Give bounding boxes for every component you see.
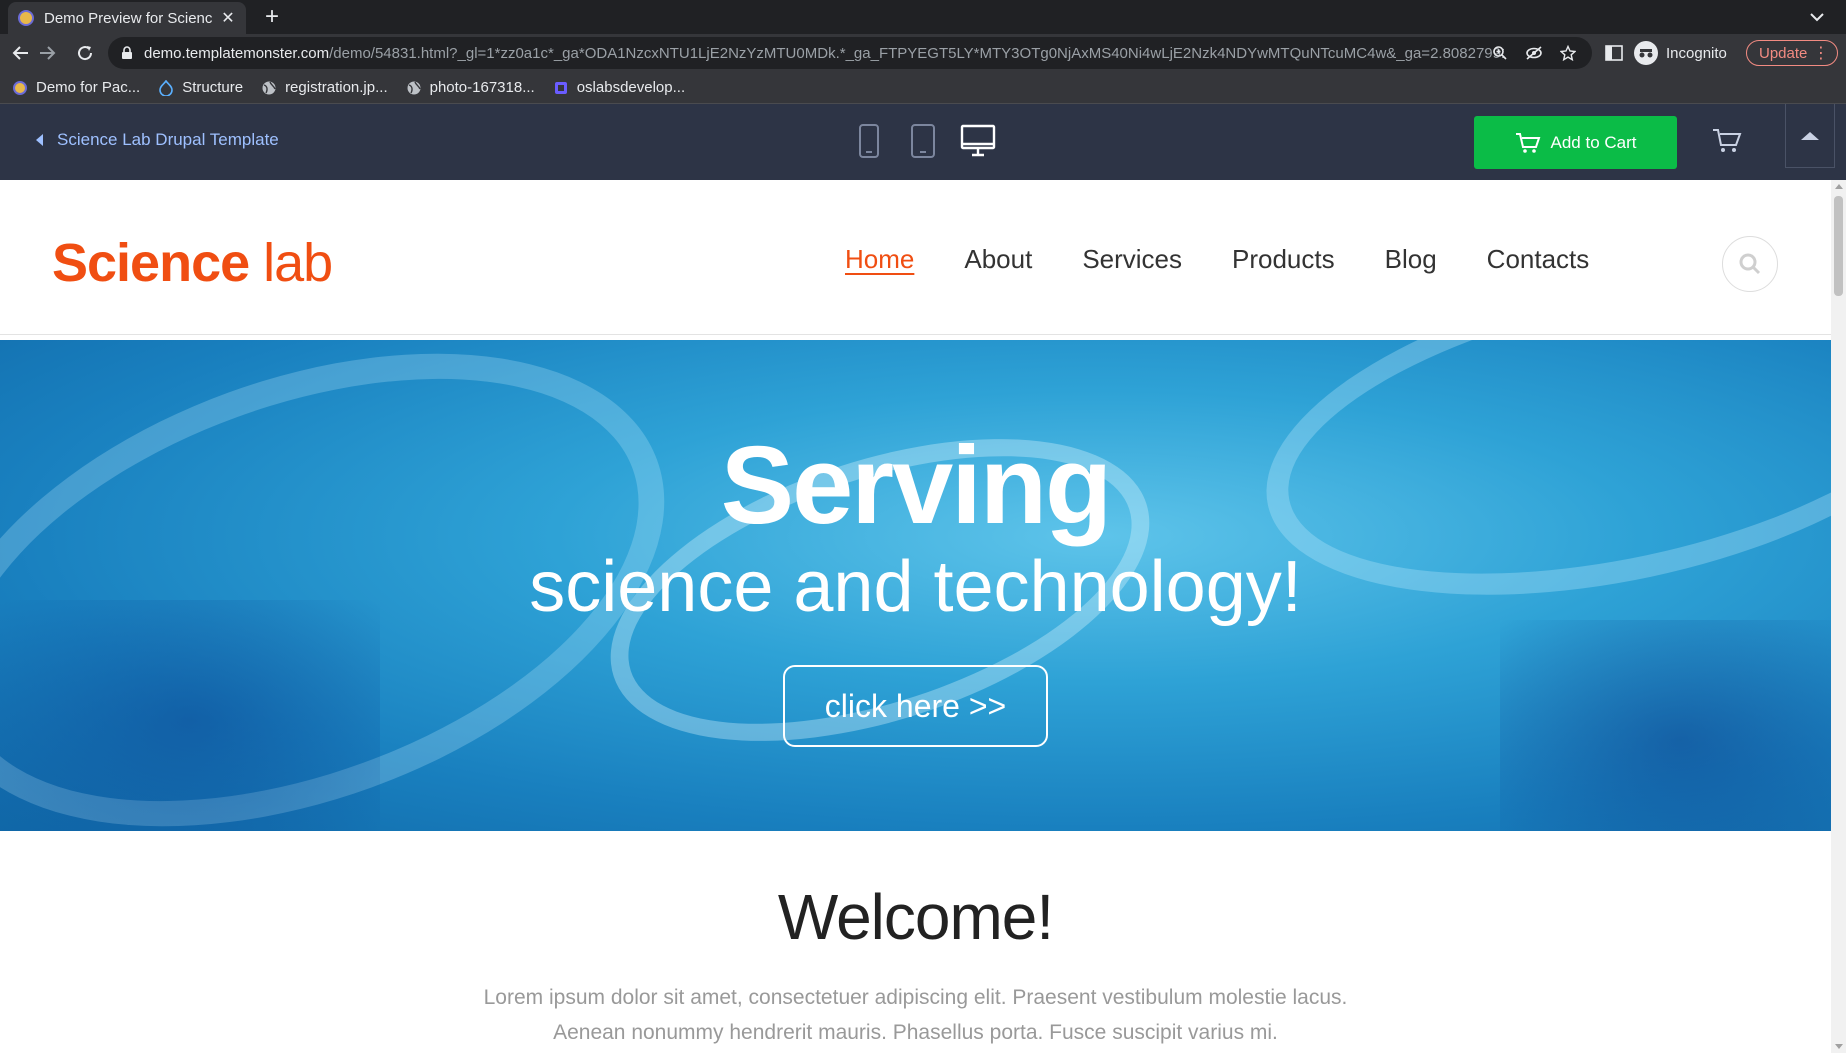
- bookmark-label: Demo for Pac...: [36, 79, 141, 96]
- nav-home[interactable]: Home: [845, 244, 914, 275]
- lock-icon: [122, 46, 132, 59]
- drupal-icon: [158, 79, 174, 96]
- logo-light-text: lab: [263, 233, 333, 293]
- intro-line: Lorem ipsum dolor sit amet, consectetuer…: [483, 986, 1348, 1009]
- browser-tab-strip: Demo Preview for Science Lab Drupal Temp…: [0, 0, 1846, 34]
- bookmarks-bar: Demo for Pac... Structure registration.j…: [0, 72, 1846, 104]
- hero-cta-button[interactable]: click here >>: [783, 665, 1048, 747]
- hero-shadow-decoration: [1500, 620, 1831, 831]
- bookmark-item[interactable]: oslabsdevelop...: [553, 79, 685, 96]
- intro-line: Aenean nonummy hendrerit mauris. Phasell…: [553, 1021, 1278, 1044]
- template-name: Science Lab Drupal Template: [57, 130, 279, 149]
- bookmark-item[interactable]: registration.jp...: [261, 79, 388, 96]
- bookmark-item[interactable]: photo-167318...: [406, 79, 535, 96]
- hero-title: Serving: [720, 424, 1112, 547]
- globe-icon: [406, 80, 422, 96]
- close-tab-icon[interactable]: ✕: [220, 8, 236, 28]
- add-to-cart-label: Add to Cart: [1550, 132, 1637, 152]
- bookmark-label: registration.jp...: [285, 79, 388, 96]
- side-panel-icon[interactable]: [1604, 43, 1624, 63]
- add-to-cart-button[interactable]: Add to Cart: [1474, 116, 1677, 169]
- site-logo[interactable]: Science lab: [52, 232, 333, 294]
- template-demo-bar: Science Lab Drupal Template Add to Cart: [0, 104, 1846, 180]
- scroll-up-arrow-icon[interactable]: [1835, 184, 1843, 189]
- search-icon: [1739, 253, 1761, 275]
- caret-left-icon: [36, 134, 43, 146]
- bookmark-app-icon: [553, 80, 569, 96]
- back-to-template-link[interactable]: Science Lab Drupal Template: [36, 130, 279, 150]
- page-scrollbar[interactable]: [1831, 180, 1846, 1053]
- bookmark-item[interactable]: Demo for Pac...: [12, 79, 140, 96]
- nav-blog[interactable]: Blog: [1385, 244, 1437, 275]
- bookmark-label: Structure: [182, 79, 244, 96]
- back-arrow-icon[interactable]: [8, 40, 34, 66]
- bookmark-item[interactable]: Structure: [158, 79, 243, 96]
- welcome-heading: Welcome!: [777, 881, 1054, 953]
- mobile-view-icon[interactable]: [858, 123, 880, 159]
- main-nav: Home About Services Products Blog Contac…: [845, 244, 1639, 275]
- hero-banner: Serving science and technology! click he…: [0, 340, 1831, 831]
- update-button[interactable]: Update ⋮: [1746, 40, 1838, 66]
- collapse-bar-button[interactable]: [1785, 104, 1835, 168]
- menu-dots-icon: ⋮: [1813, 45, 1829, 62]
- site-header: Science lab Home About Services Products…: [0, 180, 1831, 335]
- cart-icon: [1515, 132, 1540, 153]
- logo-bold-text: Science: [52, 233, 250, 293]
- new-tab-button[interactable]: +: [258, 3, 286, 31]
- nav-contacts[interactable]: Contacts: [1487, 244, 1590, 275]
- hero-shadow-decoration: [0, 600, 380, 831]
- incognito-icon: [1634, 41, 1658, 65]
- zoom-icon[interactable]: [1490, 43, 1510, 63]
- nav-products[interactable]: Products: [1232, 244, 1335, 275]
- tablet-view-icon[interactable]: [910, 123, 936, 159]
- intro-text: Lorem ipsum dolor sit amet, consectetuer…: [0, 980, 1831, 1050]
- globe-icon: [261, 80, 277, 96]
- scroll-down-arrow-icon[interactable]: [1835, 1044, 1843, 1049]
- shopping-cart-icon[interactable]: [1712, 128, 1742, 154]
- browser-tab[interactable]: Demo Preview for Science Lab Drupal Temp…: [8, 2, 246, 34]
- update-label: Update: [1759, 44, 1808, 62]
- bookmark-star-icon[interactable]: [1558, 43, 1578, 63]
- forward-arrow-icon[interactable]: [34, 40, 60, 66]
- bookmark-label: photo-167318...: [429, 79, 535, 96]
- desktop-view-icon[interactable]: [960, 123, 996, 159]
- site-search-button[interactable]: [1722, 236, 1778, 292]
- url-text: demo.templatemonster.com/demo/54831.html…: [144, 44, 1504, 62]
- browser-toolbar: demo.templatemonster.com/demo/54831.html…: [0, 34, 1846, 72]
- incognito-label: Incognito: [1666, 44, 1727, 62]
- nav-about[interactable]: About: [964, 244, 1032, 275]
- caret-up-icon: [1801, 131, 1819, 140]
- tab-search-chevron-icon[interactable]: [1806, 6, 1828, 28]
- templatemonster-favicon-icon: [18, 10, 34, 26]
- address-bar[interactable]: demo.templatemonster.com/demo/54831.html…: [108, 37, 1592, 69]
- bookmark-label: oslabsdevelop...: [576, 79, 686, 96]
- hero-subtitle: science and technology!: [529, 547, 1302, 627]
- templatemonster-icon: [12, 80, 28, 96]
- tracking-blocked-eye-icon[interactable]: [1524, 43, 1544, 63]
- nav-services[interactable]: Services: [1082, 244, 1182, 275]
- tab-title: Demo Preview for Science Lab Drupal Temp…: [44, 9, 212, 27]
- website-viewport: Science lab Home About Services Products…: [0, 180, 1831, 1053]
- reload-icon[interactable]: [72, 40, 98, 66]
- scrollbar-thumb[interactable]: [1834, 196, 1843, 296]
- incognito-indicator[interactable]: Incognito: [1634, 38, 1727, 68]
